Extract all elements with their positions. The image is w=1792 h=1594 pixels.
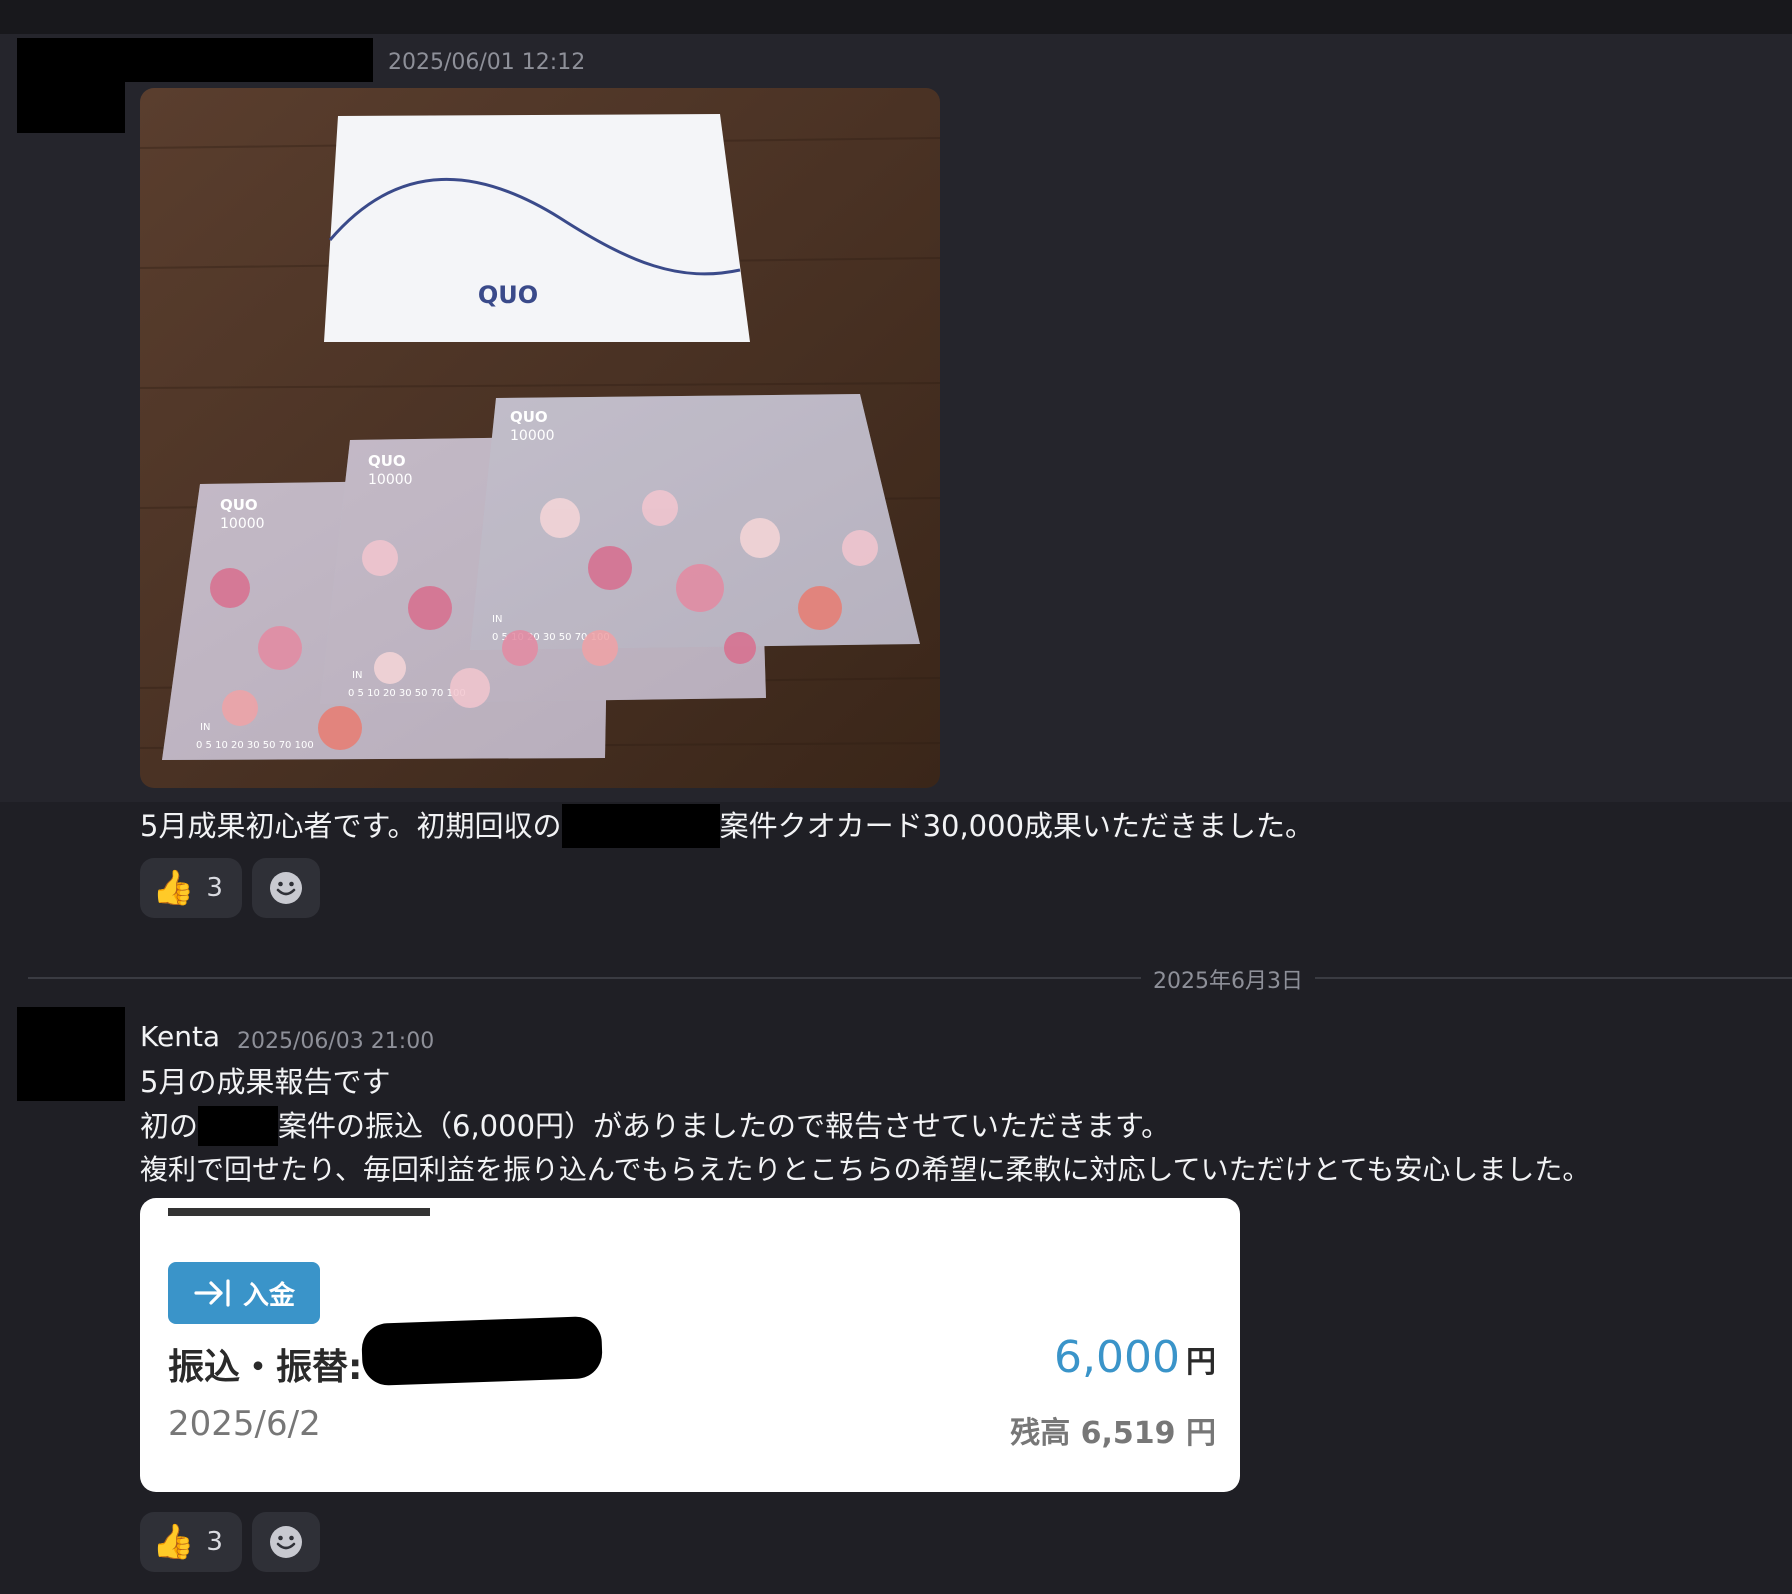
message-text-line: 複利で回せたり、毎回利益を振り込んでもらえたりとこちらの希望に柔軟に対応していた… [140, 1153, 1591, 1186]
deposit-badge: 入金 [168, 1262, 320, 1324]
reaction-thumbs-up[interactable]: 👍 3 [140, 858, 242, 918]
smile-icon [270, 1526, 302, 1558]
message-text-line: 初の 案件の振込（6,000円）がありましたので報告させていただきます。 [140, 1104, 1170, 1148]
card-scale: 0 5 10 20 30 50 70 100 [196, 740, 314, 751]
quo-logo: QUO [478, 281, 538, 309]
arrow-in-icon [194, 1279, 230, 1307]
card-in: IN [352, 670, 362, 681]
thumbs-up-emoji: 👍 [152, 868, 195, 908]
transfer-amount: 6,000 円 [1054, 1332, 1216, 1383]
card-brand: QUO [368, 452, 406, 470]
amount-value: 6,000 [1054, 1332, 1180, 1383]
reaction-thumbs-up[interactable]: 👍 3 [140, 1512, 242, 1572]
message-timestamp: 2025/06/01 12:12 [388, 50, 586, 75]
add-reaction-button[interactable] [252, 1512, 320, 1572]
card-in: IN [200, 722, 210, 733]
message-timestamp: 2025/06/03 21:00 [237, 1029, 435, 1054]
card-value: 10000 [510, 428, 555, 444]
attached-photo[interactable]: QUO QUO 10000 IN 0 5 10 20 30 50 70 100 … [140, 88, 940, 788]
card-value: 10000 [220, 516, 265, 532]
message-text: 5月成果初心者です。初期回収の 案件クオカード30,000成果いただきました。 [140, 804, 1314, 848]
card-brand: QUO [510, 408, 548, 426]
quo-envelope: QUO [324, 114, 750, 342]
reaction-count: 3 [206, 873, 223, 903]
deposit-label: 入金 [242, 1280, 295, 1311]
card-value: 10000 [368, 472, 413, 488]
username[interactable]: Kenta [140, 1020, 220, 1053]
card-in: IN [492, 614, 502, 625]
redacted-payer-name [360, 1315, 604, 1387]
message-text-part: 案件クオカード30,000成果いただきました。 [719, 809, 1315, 843]
transfer-title-text: 振込・振替: [168, 1347, 363, 1388]
transfer-date: 2025/6/2 [168, 1404, 321, 1444]
message-text-part: 初の [140, 1109, 199, 1143]
date-divider-line [28, 977, 1792, 979]
amount-currency: 円 [1186, 1345, 1216, 1380]
add-reaction-button[interactable] [252, 858, 320, 918]
message-text-line: 5月の成果報告です [140, 1065, 391, 1099]
date-divider: 2025年6月3日 [1141, 963, 1315, 995]
message-text-part: 5月成果初心者です。初期回収の [140, 809, 562, 843]
card-brand: QUO [220, 496, 258, 514]
message-text-part: 案件の振込（6,000円）がありましたので報告させていただきます。 [278, 1109, 1171, 1143]
thumbs-up-emoji: 👍 [152, 1522, 195, 1562]
redacted-text [561, 804, 720, 848]
username-redacted[interactable] [17, 38, 373, 82]
reaction-count: 3 [206, 1527, 223, 1557]
bank-screenshot[interactable]: 入金 振込・振替: 6,000 円 2025/6/2 残高 6,519 円 [140, 1198, 1240, 1492]
bank-header-line [168, 1208, 430, 1216]
top-bar [0, 0, 1792, 34]
avatar[interactable] [17, 1007, 125, 1101]
quo-card: QUO 10000 IN 0 5 10 20 30 50 70 100 [470, 394, 920, 650]
balance: 残高 6,519 円 [1010, 1416, 1216, 1451]
redacted-text [198, 1106, 279, 1146]
card-scale: 0 5 10 20 30 50 70 100 [348, 688, 466, 699]
smile-icon [270, 872, 302, 904]
transfer-title: 振込・振替: [168, 1338, 362, 1390]
